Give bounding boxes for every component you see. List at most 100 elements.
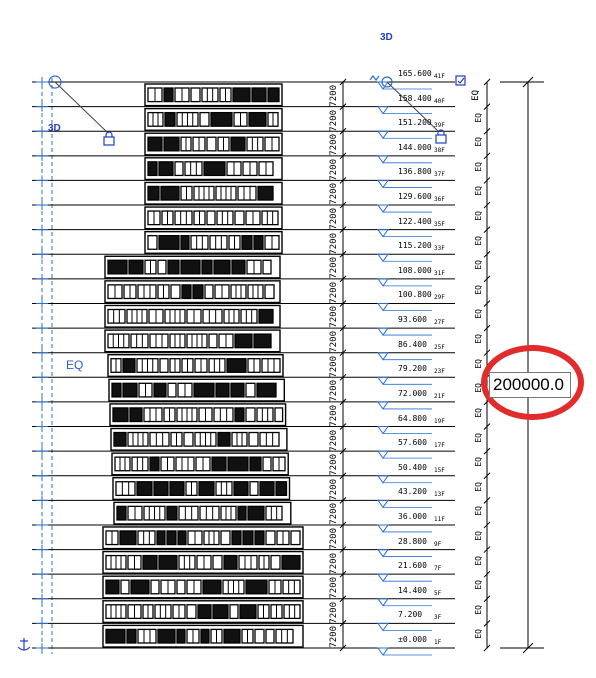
level-name[interactable]: 35F [434, 221, 445, 228]
floor-dimension-text[interactable]: 7200 [329, 602, 339, 624]
floor-dimension-text[interactable]: 7200 [329, 479, 339, 501]
eq-text[interactable]: EQ [474, 531, 483, 541]
eq-text[interactable]: EQ [474, 482, 483, 492]
level-elevation[interactable]: 36.000 [398, 512, 427, 521]
anchor-icon[interactable] [17, 638, 31, 651]
eq-text[interactable]: EQ [474, 556, 483, 566]
lock-icon[interactable] [103, 131, 115, 146]
level-name[interactable]: 13F [434, 491, 445, 498]
eq-text[interactable]: EQ [474, 113, 483, 123]
level-name[interactable]: 41F [434, 73, 445, 80]
eq-text[interactable]: EQ [474, 605, 483, 615]
level-elevation[interactable]: 79.200 [398, 364, 427, 373]
eq-text[interactable]: EQ [474, 186, 483, 196]
level-name[interactable]: 23F [434, 368, 445, 375]
level-elevation[interactable]: 14.400 [398, 586, 427, 595]
level-elevation[interactable]: 86.400 [398, 340, 427, 349]
level-name[interactable]: 15F [434, 467, 445, 474]
floor-dimension-text[interactable]: 7200 [329, 331, 339, 353]
checkbox-icon[interactable] [455, 75, 466, 86]
level-marker-icon [377, 549, 389, 558]
eq-text[interactable]: EQ [474, 580, 483, 590]
level-elevation[interactable]: 144.000 [398, 143, 432, 152]
eq-text[interactable]: EQ [474, 629, 483, 639]
level-name[interactable]: 9F [434, 541, 441, 548]
floor-dimension-text[interactable]: 7200 [329, 430, 339, 452]
floor-dimension-text[interactable]: 7200 [329, 454, 339, 476]
floor-dimension-text[interactable]: 7200 [329, 380, 339, 402]
eq-text[interactable]: EQ [474, 408, 483, 418]
level-name[interactable]: 21F [434, 393, 445, 400]
floor-dimension-text[interactable]: 7200 [329, 233, 339, 255]
level-elevation[interactable]: 158.400 [398, 94, 432, 103]
eq-text[interactable]: EQ [474, 285, 483, 295]
temporary-dimension-input[interactable]: 200000.0 [489, 372, 571, 398]
level-name[interactable]: 29F [434, 294, 445, 301]
eq-text[interactable]: EQ [474, 457, 483, 467]
level-name[interactable]: 36F [434, 196, 445, 203]
level-name[interactable]: 31F [434, 270, 445, 277]
level-elevation[interactable]: 122.400 [398, 217, 432, 226]
level-elevation[interactable]: 100.800 [398, 290, 432, 299]
eq-text[interactable]: EQ [474, 359, 483, 369]
level-elevation[interactable]: 151.200 [398, 118, 432, 127]
level-name[interactable]: 17F [434, 442, 445, 449]
eq-text[interactable]: EQ [474, 162, 483, 172]
level-name[interactable]: 39F [434, 122, 445, 129]
level-name[interactable]: 11F [434, 516, 445, 523]
eq-text[interactable]: EQ [474, 211, 483, 221]
floor-dimension-text[interactable]: 7200 [329, 528, 339, 550]
level-name[interactable]: 27F [434, 319, 445, 326]
floor-dimension-text[interactable]: 7200 [329, 356, 339, 378]
level-elevation[interactable]: 129.600 [398, 192, 432, 201]
eq-text[interactable]: EQ [474, 137, 483, 147]
level-elevation[interactable]: 7.200 [398, 610, 422, 619]
level-elevation[interactable]: ±0.000 [398, 635, 427, 644]
floor-dimension-text[interactable]: 7200 [329, 282, 339, 304]
floor-dimension-text[interactable]: 7200 [329, 183, 339, 205]
level-name[interactable]: 5F [434, 590, 441, 597]
level-name[interactable]: 3F [434, 614, 441, 621]
level-elevation[interactable]: 57.600 [398, 438, 427, 447]
floor-dimension-text[interactable]: 7200 [329, 405, 339, 427]
eq-text[interactable]: EQ [474, 260, 483, 270]
floor-dimension-text[interactable]: 7200 [329, 257, 339, 279]
floor-dimension-text[interactable]: 7200 [329, 134, 339, 156]
level-elevation[interactable]: 136.800 [398, 167, 432, 176]
level-elevation[interactable]: 108.000 [398, 266, 432, 275]
level-name[interactable]: 40F [434, 98, 445, 105]
level-elevation[interactable]: 64.800 [398, 414, 427, 423]
elevation-canvas[interactable] [0, 0, 596, 678]
floor-dimension-text[interactable]: 7200 [329, 553, 339, 575]
level-name[interactable]: 19F [434, 418, 445, 425]
level-elevation[interactable]: 115.200 [398, 241, 432, 250]
eq-text[interactable]: EQ [474, 309, 483, 319]
level-elevation[interactable]: 21.600 [398, 561, 427, 570]
level-elevation[interactable]: 28.800 [398, 537, 427, 546]
level-name[interactable]: 1F [434, 639, 441, 646]
level-elevation[interactable]: 50.400 [398, 463, 427, 472]
lock-icon[interactable] [435, 129, 447, 144]
floor-dimension-text[interactable]: 7200 [329, 208, 339, 230]
floor-dimension-text[interactable]: 7200 [329, 626, 339, 648]
level-name[interactable]: 25F [434, 344, 445, 351]
eq-text[interactable]: EQ [474, 433, 483, 443]
level-name[interactable]: 37F [434, 171, 445, 178]
eq-text[interactable]: EQ [474, 236, 483, 246]
floor-dimension-text[interactable]: 7200 [329, 110, 339, 132]
level-elevation[interactable]: 43.200 [398, 487, 427, 496]
level-elevation[interactable]: 72.000 [398, 389, 427, 398]
level-elevation[interactable]: 165.600 [398, 69, 432, 78]
floor-dimension-text[interactable]: 7200 [329, 306, 339, 328]
level-name[interactable]: 33F [434, 245, 445, 252]
level-name[interactable]: 38F [434, 147, 445, 154]
eq-text[interactable]: EQ [474, 334, 483, 344]
floor-dimension-text[interactable]: 7200 [329, 159, 339, 181]
floor-dimension-text[interactable]: 7200 [329, 577, 339, 599]
floor-dimension-text[interactable]: 7200 [329, 85, 339, 107]
level-name[interactable]: 7F [434, 565, 441, 572]
level-elevation[interactable]: 93.600 [398, 315, 427, 324]
window [175, 456, 195, 472]
eq-text[interactable]: EQ [474, 506, 483, 516]
floor-dimension-text[interactable]: 7200 [329, 503, 339, 525]
